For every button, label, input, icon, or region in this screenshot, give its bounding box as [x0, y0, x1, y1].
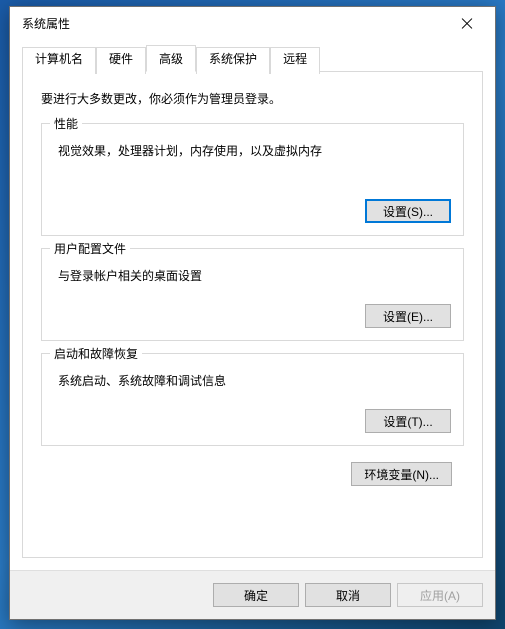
tab-hardware[interactable]: 硬件 [96, 47, 146, 74]
dialog-footer: 确定 取消 应用(A) [10, 570, 495, 619]
titlebar: 系统属性 [10, 7, 495, 39]
tab-remote[interactable]: 远程 [270, 47, 320, 74]
group-performance-title: 性能 [50, 115, 82, 132]
startup-settings-button[interactable]: 设置(T)... [365, 409, 451, 433]
close-button[interactable] [447, 9, 487, 37]
system-properties-dialog: 系统属性 计算机名 硬件 高级 系统保护 远程 要进行大多数更改，你必须作为管理… [9, 6, 496, 620]
group-startup: 启动和故障恢复 系统启动、系统故障和调试信息 设置(T)... [41, 353, 464, 446]
tab-advanced[interactable]: 高级 [146, 45, 196, 72]
group-performance: 性能 视觉效果，处理器计划，内存使用，以及虚拟内存 设置(S)... [41, 123, 464, 236]
ok-button[interactable]: 确定 [213, 583, 299, 607]
tab-strip: 计算机名 硬件 高级 系统保护 远程 [22, 45, 483, 71]
performance-settings-button[interactable]: 设置(S)... [365, 199, 451, 223]
environment-variables-button[interactable]: 环境变量(N)... [351, 462, 452, 486]
apply-button[interactable]: 应用(A) [397, 583, 483, 607]
cancel-button[interactable]: 取消 [305, 583, 391, 607]
group-userprofile-desc: 与登录帐户相关的桌面设置 [58, 267, 451, 284]
group-performance-desc: 视觉效果，处理器计划，内存使用，以及虚拟内存 [58, 142, 451, 159]
userprofile-settings-button[interactable]: 设置(E)... [365, 304, 451, 328]
dialog-body: 计算机名 硬件 高级 系统保护 远程 要进行大多数更改，你必须作为管理员登录。 … [10, 39, 495, 570]
tab-computer-name[interactable]: 计算机名 [22, 47, 96, 74]
group-userprofile: 用户配置文件 与登录帐户相关的桌面设置 设置(E)... [41, 248, 464, 341]
admin-notice: 要进行大多数更改，你必须作为管理员登录。 [41, 90, 464, 107]
group-userprofile-title: 用户配置文件 [50, 240, 130, 257]
tab-panel-advanced: 要进行大多数更改，你必须作为管理员登录。 性能 视觉效果，处理器计划，内存使用，… [22, 71, 483, 558]
window-title: 系统属性 [22, 15, 70, 32]
close-icon [462, 18, 472, 28]
env-row: 环境变量(N)... [41, 462, 464, 486]
group-startup-title: 启动和故障恢复 [50, 345, 142, 362]
tab-system-protection[interactable]: 系统保护 [196, 47, 270, 74]
group-startup-desc: 系统启动、系统故障和调试信息 [58, 372, 451, 389]
